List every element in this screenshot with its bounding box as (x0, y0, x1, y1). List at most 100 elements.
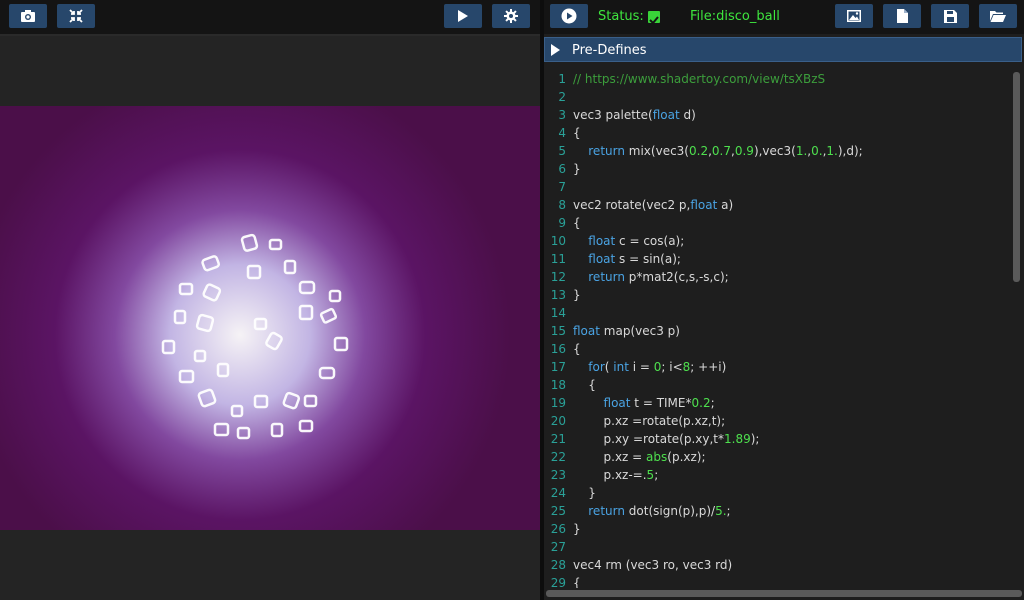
code-token: mix(vec3( (624, 144, 689, 158)
line-number: 11 (550, 252, 566, 266)
code-line[interactable]: 27 (544, 538, 1010, 556)
code-line[interactable]: 22 p.xz = abs(p.xz); (544, 448, 1010, 466)
editor-pane: Status: File:disco_ball Pre-Defines 1 //… (544, 0, 1024, 600)
code-text: { (573, 214, 581, 232)
line-number: 12 (550, 270, 566, 284)
code-line[interactable]: 29 { (544, 574, 1010, 588)
line-number: 1 (558, 72, 566, 86)
code-token: // https://www.shadertoy.com/view/tsXBzS (573, 72, 826, 86)
code-line[interactable]: 28 vec4 rm (vec3 ro, vec3 rd) (544, 556, 1010, 574)
file-name-label: File:disco_ball (690, 9, 780, 24)
code-line[interactable]: 20 p.xz =rotate(p.xz,t); (544, 412, 1010, 430)
code-text: } (573, 286, 581, 304)
code-token: { (573, 378, 596, 392)
render-toolbar (0, 0, 540, 36)
code-line[interactable]: 19 float t = TIME*0.2; (544, 394, 1010, 412)
horizontal-scrollbar-thumb[interactable] (546, 590, 1022, 597)
code-token: p.xz = (573, 450, 647, 464)
code-token: } (573, 288, 581, 302)
code-text: } (573, 520, 581, 538)
code-token: d) (679, 108, 696, 122)
code-line[interactable]: 7 (544, 178, 1010, 196)
new-file-button[interactable] (883, 4, 921, 28)
code-token: 1. (826, 144, 838, 158)
code-line[interactable]: 8 vec2 rotate(vec2 p,float a) (544, 196, 1010, 214)
code-token: vec3 palette( (573, 108, 653, 122)
code-token: ; (710, 396, 715, 410)
line-number: 24 (550, 486, 566, 500)
code-line[interactable]: 10 float c = cos(a); (544, 232, 1010, 250)
vertical-scrollbar-thumb[interactable] (1013, 72, 1020, 282)
code-line[interactable]: 1 // https://www.shadertoy.com/view/tsXBz… (544, 70, 1010, 88)
code-token: 0.7 (711, 144, 732, 158)
fullscreen-toggle-icon (69, 9, 83, 23)
line-number: 28 (550, 558, 566, 572)
code-line[interactable]: 5 return mix(vec3(0.2,0.7,0.9),vec3(1.,0… (544, 142, 1010, 160)
code-token: float (603, 396, 631, 410)
code-token: for (588, 360, 605, 374)
code-token: } (573, 162, 581, 176)
open-folder-icon (990, 10, 1006, 22)
code-token: p.xz-=. (573, 468, 647, 482)
code-text: } (573, 484, 596, 502)
code-token: ; (726, 504, 731, 518)
code-line[interactable]: 24 } (544, 484, 1010, 502)
code-text: float map(vec3 p) (573, 322, 680, 340)
code-line[interactable]: 21 p.xy =rotate(p.xy,t*1.89); (544, 430, 1010, 448)
code-token: (p.xz); (667, 450, 706, 464)
vertical-scrollbar[interactable] (1012, 70, 1022, 588)
code-token: a) (717, 198, 734, 212)
gear-icon (504, 9, 518, 23)
open-folder-button[interactable] (979, 4, 1017, 28)
load-image-button[interactable] (835, 4, 873, 28)
code-token: float (652, 108, 680, 122)
code-token: t = TIME* (630, 396, 692, 410)
line-number: 27 (550, 540, 566, 554)
save-button[interactable] (931, 4, 969, 28)
code-text: { (573, 340, 581, 358)
line-number: 14 (550, 306, 566, 320)
code-token: ),vec3( (753, 144, 796, 158)
settings-button[interactable] (492, 4, 530, 28)
code-line[interactable]: 9{ (544, 214, 1010, 232)
code-line[interactable]: 12 return p*mat2(c,s,-s,c); (544, 268, 1010, 286)
code-line[interactable]: 3 vec3 palette(float d) (544, 106, 1010, 124)
line-number: 13 (550, 288, 566, 302)
code-line[interactable]: 4{ (544, 124, 1010, 142)
code-text: vec3 palette(float d) (573, 106, 696, 124)
line-number: 16 (550, 342, 566, 356)
code-line[interactable]: 18 { (544, 376, 1010, 394)
code-line[interactable]: 13} (544, 286, 1010, 304)
fullscreen-toggle-button[interactable] (57, 4, 95, 28)
code-text: p.xz = abs(p.xz); (573, 448, 706, 466)
code-line[interactable]: 25 return dot(sign(p),p)/5.; (544, 502, 1010, 520)
code-line[interactable]: 6} (544, 160, 1010, 178)
code-token: 0.2 (691, 396, 711, 410)
code-token: ; ++i) (690, 360, 727, 374)
code-line[interactable]: 23 p.xz-=.5; (544, 466, 1010, 484)
play-button[interactable] (444, 4, 482, 28)
code-editor[interactable]: 1 // https://www.shadertoy.com/view/tsXBz… (544, 68, 1010, 588)
compile-button[interactable] (550, 4, 588, 28)
play-circle-icon (561, 8, 577, 24)
predefines-label: Pre-Defines (572, 43, 647, 58)
code-line[interactable]: 16 { (544, 340, 1010, 358)
code-token: dot(sign(p),p)/ (624, 504, 716, 518)
code-line[interactable]: 14 (544, 304, 1010, 322)
code-line[interactable]: 11 float s = sin(a); (544, 250, 1010, 268)
line-number: 21 (550, 432, 566, 446)
code-line[interactable]: 17 for( int i = 0; i<8; ++i) (544, 358, 1010, 376)
screenshot-button[interactable] (9, 4, 47, 28)
status-checkbox[interactable] (648, 11, 660, 25)
code-line[interactable]: 15 float map(vec3 p) (544, 322, 1010, 340)
code-text: { (573, 574, 581, 588)
shader-preview[interactable] (0, 106, 540, 530)
code-token: { (573, 342, 581, 356)
predefines-header[interactable]: Pre-Defines (544, 37, 1022, 62)
code-line[interactable]: 2 (544, 88, 1010, 106)
line-number: 29 (550, 576, 566, 588)
line-number: 19 (550, 396, 566, 410)
horizontal-scrollbar[interactable] (544, 588, 1024, 600)
image-icon (847, 10, 861, 22)
code-line[interactable]: 26} (544, 520, 1010, 538)
